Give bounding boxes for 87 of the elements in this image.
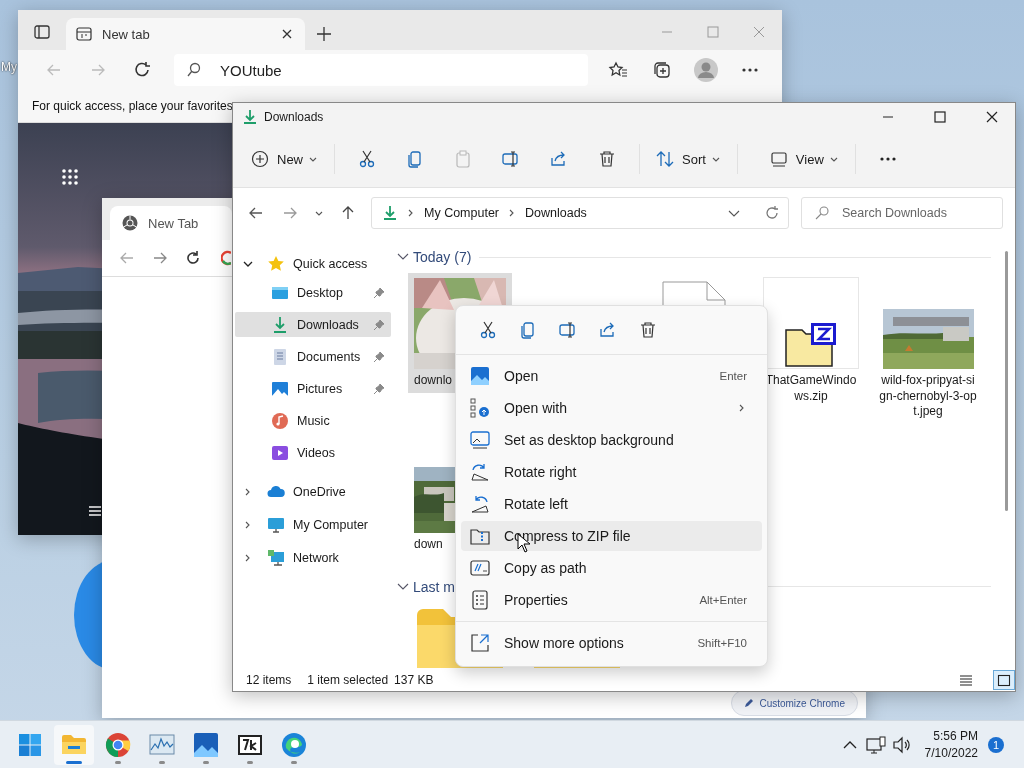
menu-item[interactable]: Rotate left xyxy=(461,489,762,519)
item-count: 12 items xyxy=(246,673,292,687)
path-icon xyxy=(470,558,490,578)
search-icon xyxy=(815,206,829,220)
menu-item[interactable]: Open Enter xyxy=(461,361,762,391)
menu-item[interactable]: Properties Alt+Enter xyxy=(461,585,762,615)
menu-item[interactable]: Compress to ZIP file xyxy=(461,521,762,551)
rotate-right-icon xyxy=(470,462,490,482)
desktop-background-icon xyxy=(470,430,490,450)
tab-title: New tab xyxy=(102,26,151,42)
tree-item[interactable]: Documents xyxy=(235,344,391,369)
file-tile[interactable]: wild-fox-pripyat-sign-chernobyl-3-opt.jpeg xyxy=(876,273,980,424)
search-field[interactable]: Search Downloads xyxy=(801,197,1003,229)
tree-item[interactable]: Pictures xyxy=(235,376,391,401)
notification-badge[interactable]: 1 xyxy=(988,736,1004,753)
menu-item[interactable]: Copy as path xyxy=(461,553,762,583)
zip-folder-icon xyxy=(785,322,837,368)
document-icon xyxy=(271,347,289,366)
download-arrow-icon xyxy=(382,205,398,221)
videos-icon xyxy=(271,443,289,462)
menu-item[interactable]: Show more options Shift+F10 xyxy=(461,628,762,658)
menu-item[interactable]: Rotate right xyxy=(461,457,762,487)
open-external-icon xyxy=(470,633,490,653)
tree-item[interactable]: My Computer xyxy=(235,512,391,538)
new-tab-page-icon xyxy=(76,26,92,42)
search-icon xyxy=(186,62,202,78)
view-icon xyxy=(769,150,788,168)
clock[interactable]: 5:56 PM 7/10/2022 xyxy=(924,727,978,762)
photos-icon xyxy=(470,366,490,386)
chevron-down-icon xyxy=(243,259,253,269)
file-explorer-icon[interactable] xyxy=(54,724,94,765)
keyboard-shortcut: Enter xyxy=(719,370,747,382)
scrollbar[interactable] xyxy=(1005,251,1008,511)
tree-item[interactable]: OneDrive xyxy=(235,479,391,505)
address-bar[interactable]: My Computer Downloads xyxy=(371,197,789,229)
customize-button[interactable]: Customize Chrome xyxy=(731,690,858,716)
file-name: downlo xyxy=(414,373,453,389)
browser-tab[interactable]: New Tab xyxy=(110,206,232,240)
toolbar-new-button[interactable]: New xyxy=(243,142,326,176)
browser-tab[interactable]: New tab xyxy=(66,18,305,50)
tree-item[interactable]: Videos xyxy=(235,440,391,465)
monitor-icon xyxy=(267,516,285,534)
tab-title: New Tab xyxy=(148,215,199,231)
tree-item[interactable]: Quick access xyxy=(235,251,391,277)
rotate-left-icon xyxy=(470,494,490,514)
new-icon xyxy=(251,150,269,168)
tree-item[interactable]: Network xyxy=(235,545,391,571)
breadcrumb-link[interactable]: My Computer xyxy=(424,206,500,220)
address-field[interactable]: YOUtube xyxy=(174,54,588,86)
star-icon xyxy=(267,255,285,273)
tree-item[interactable]: Music xyxy=(235,408,391,433)
favorites-bar-hint: For quick access, place your favorites xyxy=(32,99,233,113)
zip-file-icon xyxy=(470,526,490,546)
selection-count: 1 item selected xyxy=(307,673,389,687)
keyboard-shortcut: Shift+F10 xyxy=(697,637,747,649)
selection-size: 137 KB xyxy=(394,673,434,687)
pictures-icon xyxy=(271,379,289,398)
download-arrow-icon xyxy=(242,109,258,125)
google-logo-icon xyxy=(221,250,231,266)
window-title: Downloads xyxy=(264,110,324,124)
network-icon xyxy=(267,549,285,567)
music-icon xyxy=(271,411,289,430)
tree-item[interactable]: Downloads xyxy=(235,312,391,337)
file-name: wild-fox-pripyat-sign-chernobyl-3-opt.jpeg xyxy=(879,373,977,420)
tree-item[interactable]: Desktop xyxy=(235,280,391,305)
tiles-view-icon[interactable] xyxy=(993,670,1015,690)
group-header[interactable]: Last m xyxy=(397,578,455,595)
pencil-icon xyxy=(744,698,755,708)
group-header[interactable]: Today (7) xyxy=(397,249,472,265)
menu-icon[interactable] xyxy=(88,505,102,517)
apps-grid-icon[interactable] xyxy=(61,168,79,186)
keyboard-shortcut: Alt+Enter xyxy=(699,594,747,606)
chevron-down-icon xyxy=(397,581,409,592)
file-name: ThatGameWindows.zip xyxy=(764,373,858,405)
breadcrumb-link[interactable]: Downloads xyxy=(525,206,587,220)
chrome-logo-icon xyxy=(122,215,138,231)
chevron-down-icon xyxy=(397,252,409,262)
toolbar-sort-button[interactable]: Sort xyxy=(648,142,729,176)
sort-icon xyxy=(656,150,674,168)
file-name: down xyxy=(414,537,443,553)
desktop-icon-label: My xyxy=(1,60,17,74)
menu-item[interactable]: Set as desktop background xyxy=(461,425,762,455)
menu-item[interactable]: Open with xyxy=(461,393,762,423)
properties-icon xyxy=(470,590,490,610)
download-arrow-icon xyxy=(271,315,289,334)
toolbar-view-button[interactable]: View xyxy=(761,142,847,176)
open-with-icon xyxy=(470,398,490,418)
